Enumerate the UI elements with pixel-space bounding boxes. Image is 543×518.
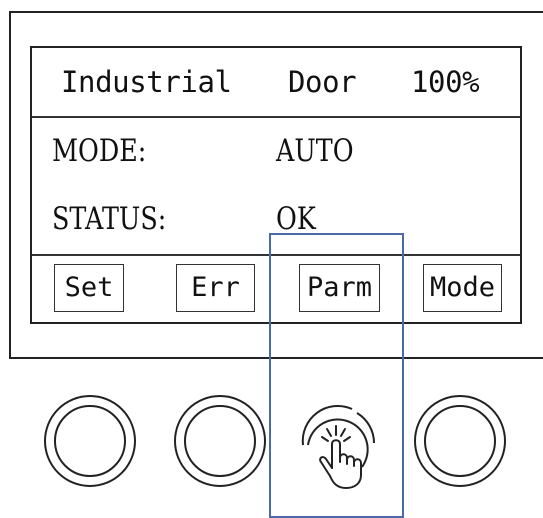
- button-3[interactable]: [288, 395, 388, 495]
- lcd-title-row: Industrial Door 100%: [32, 48, 520, 118]
- softkey-divider: [32, 254, 520, 256]
- softkey-mode[interactable]: Mode: [423, 264, 502, 312]
- softkey-err[interactable]: Err: [176, 264, 255, 312]
- circle-button-icon: [54, 405, 126, 477]
- circle-button-icon: [424, 405, 496, 477]
- status-label: STATUS:: [52, 201, 167, 237]
- percent-value: 100%: [411, 65, 480, 99]
- title-label: Industrial: [61, 65, 232, 99]
- circle-button-icon: [184, 405, 256, 477]
- softkey-parm[interactable]: Parm: [299, 264, 380, 312]
- status-value: OK: [276, 201, 316, 237]
- lcd-screen: Industrial Door 100% MODE: AUTO STATUS: …: [30, 46, 522, 324]
- mode-label: MODE:: [52, 133, 147, 169]
- softkey-set[interactable]: Set: [54, 264, 124, 312]
- button-4[interactable]: [414, 395, 506, 487]
- mode-value: AUTO: [276, 133, 354, 169]
- button-2[interactable]: [174, 395, 266, 487]
- button-1[interactable]: [44, 395, 136, 487]
- door-label: Door: [288, 65, 357, 99]
- press-hand-icon: [301, 404, 375, 489]
